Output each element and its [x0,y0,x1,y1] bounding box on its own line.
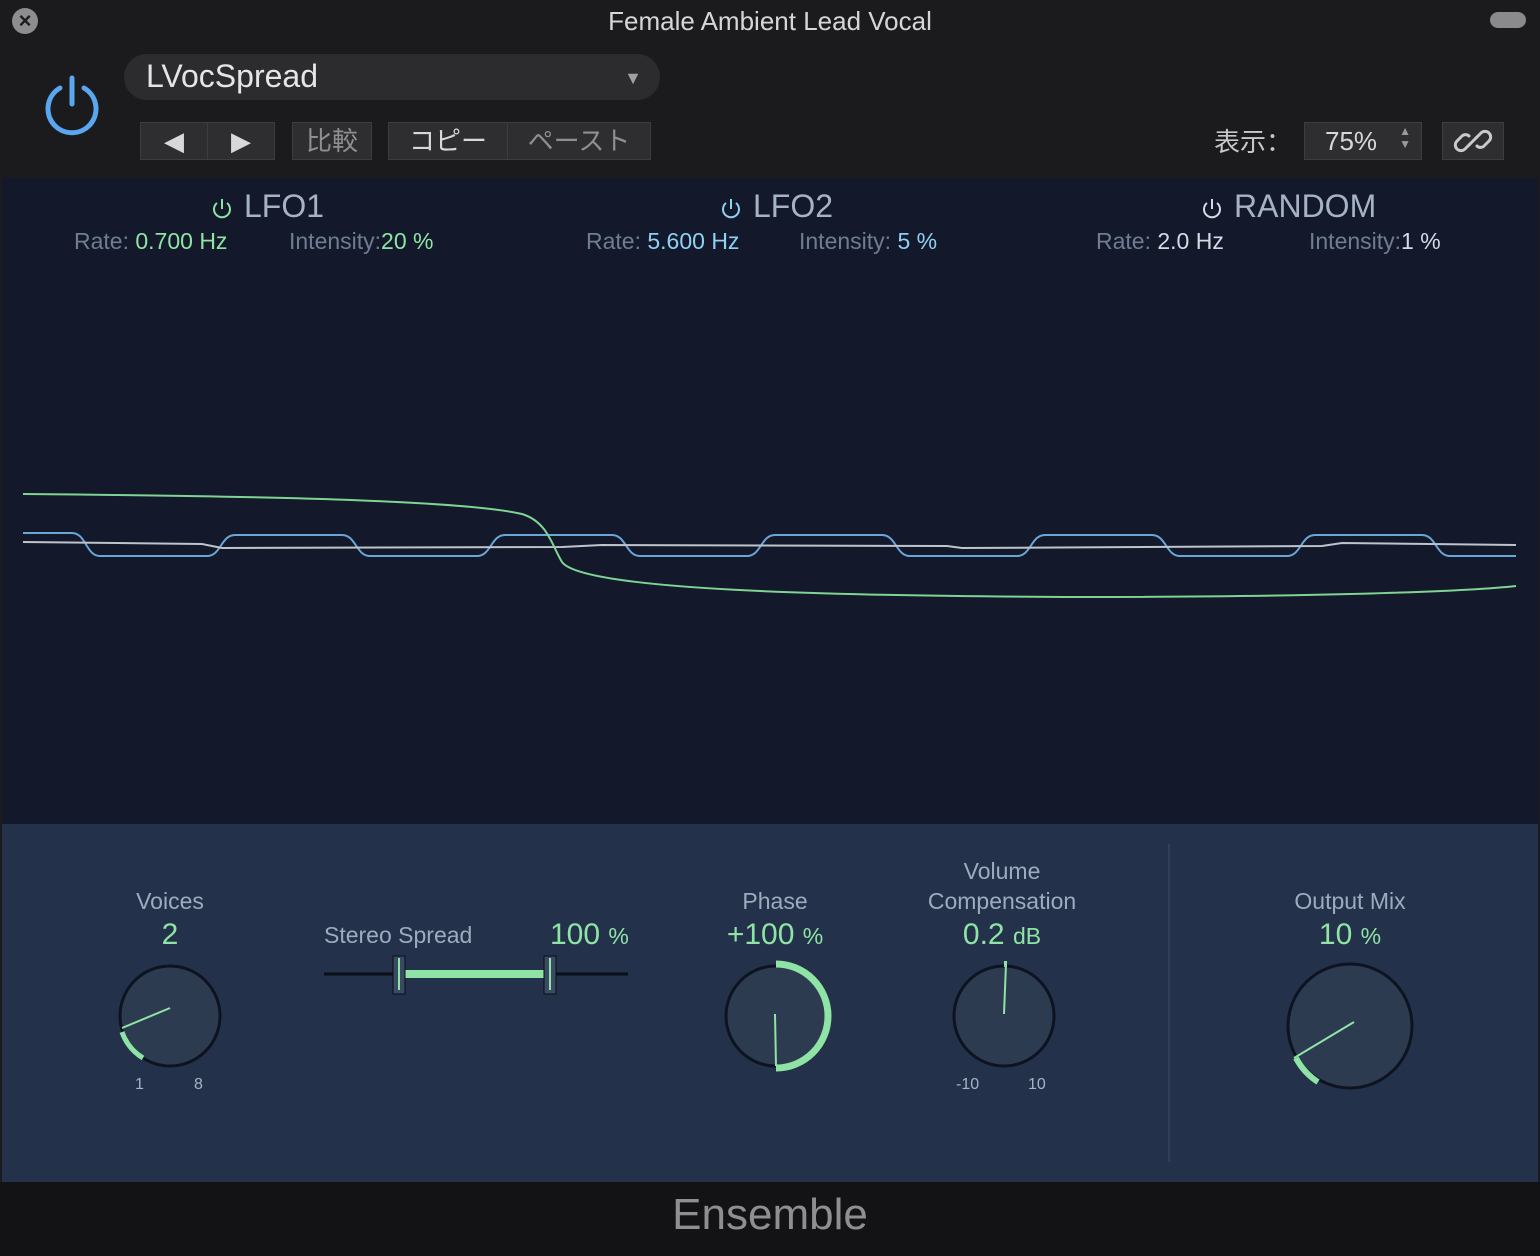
section-divider [1168,844,1170,1162]
prev-preset-button[interactable]: ◀ [140,122,208,160]
preset-name: LVocSpread [146,58,318,94]
volume-compensation-value[interactable]: 0.2 dB [902,918,1102,952]
volume-max: 10 [1028,1076,1046,1093]
plugin-name: Ensemble [672,1190,868,1239]
volume-compensation-label-line2: Compensation [927,888,1077,914]
window-title: Female Ambient Lead Vocal [608,6,932,36]
value-number: 10 [1318,918,1353,951]
volume-min: -10 [956,1076,980,1093]
prev-icon: ◀ [164,126,184,156]
voices-max: 8 [194,1076,203,1093]
voices-value[interactable]: 2 [110,918,230,952]
output-mix-label: Output Mix [1294,888,1406,914]
volume-compensation-label-line1: Volume [963,858,1041,884]
value-number: +100 [726,918,795,951]
plugin-header: LVocSpread ▼ ◀ ▶ 比較 コピー ペースト 表示： 75% ▲ ▼ [0,42,1540,178]
title-bar: × Female Ambient Lead Vocal [0,0,1540,42]
compare-button[interactable]: 比較 [292,122,372,160]
random-wave [22,541,1517,550]
voices-knob[interactable] [110,958,230,1078]
stepper-icon: ▲ ▼ [1399,124,1411,151]
output-mix-knob[interactable] [1280,958,1426,1104]
value-unit: % [608,923,629,949]
next-preset-button[interactable]: ▶ [207,122,275,160]
phase-label: Phase [742,888,808,914]
plugin-footer: Ensemble [0,1182,1540,1256]
zoom-value: 75% [1325,126,1378,156]
lfo-display: LFO1 Rate: 0.700 Hz Intensity:20 % LFO2 … [2,178,1538,824]
zoom-select[interactable]: 75% ▲ ▼ [1304,122,1422,160]
waveform-graph [22,493,1517,599]
voices-min: 1 [135,1076,144,1093]
window-toggle-button[interactable] [1490,12,1526,28]
phase-value[interactable]: +100 % [702,918,848,952]
controls-panel: Voices 2 1 8 Stereo Spread 100 % Phase +… [2,824,1538,1182]
phase-knob[interactable] [718,958,838,1078]
output-mix-value[interactable]: 10 % [1250,918,1450,952]
stereo-spread-label: Stereo Spread [324,922,473,948]
value-unit: % [802,923,824,949]
link-button[interactable] [1442,122,1504,160]
link-icon [1453,129,1493,153]
value-unit: dB [1012,923,1042,949]
view-label: 表示： [1214,127,1293,157]
value-unit: % [1360,923,1382,949]
value-number: 0.2 [962,918,1005,951]
value-number: 100 [550,918,601,951]
preset-menu[interactable]: LVocSpread ▼ [124,54,660,100]
voices-label: Voices [136,888,204,914]
next-icon: ▶ [231,126,251,156]
power-icon[interactable] [40,72,104,136]
copy-button[interactable]: コピー [388,122,508,160]
volume-compensation-knob[interactable] [944,958,1064,1078]
paste-button[interactable]: ペースト [507,122,651,160]
stereo-spread-value[interactable]: 100 % [550,918,629,952]
chevron-down-icon: ▼ [624,68,642,88]
stereo-spread-slider[interactable] [322,952,632,996]
plugin-window: × Female Ambient Lead Vocal LVocSpread ▼… [0,0,1540,1256]
